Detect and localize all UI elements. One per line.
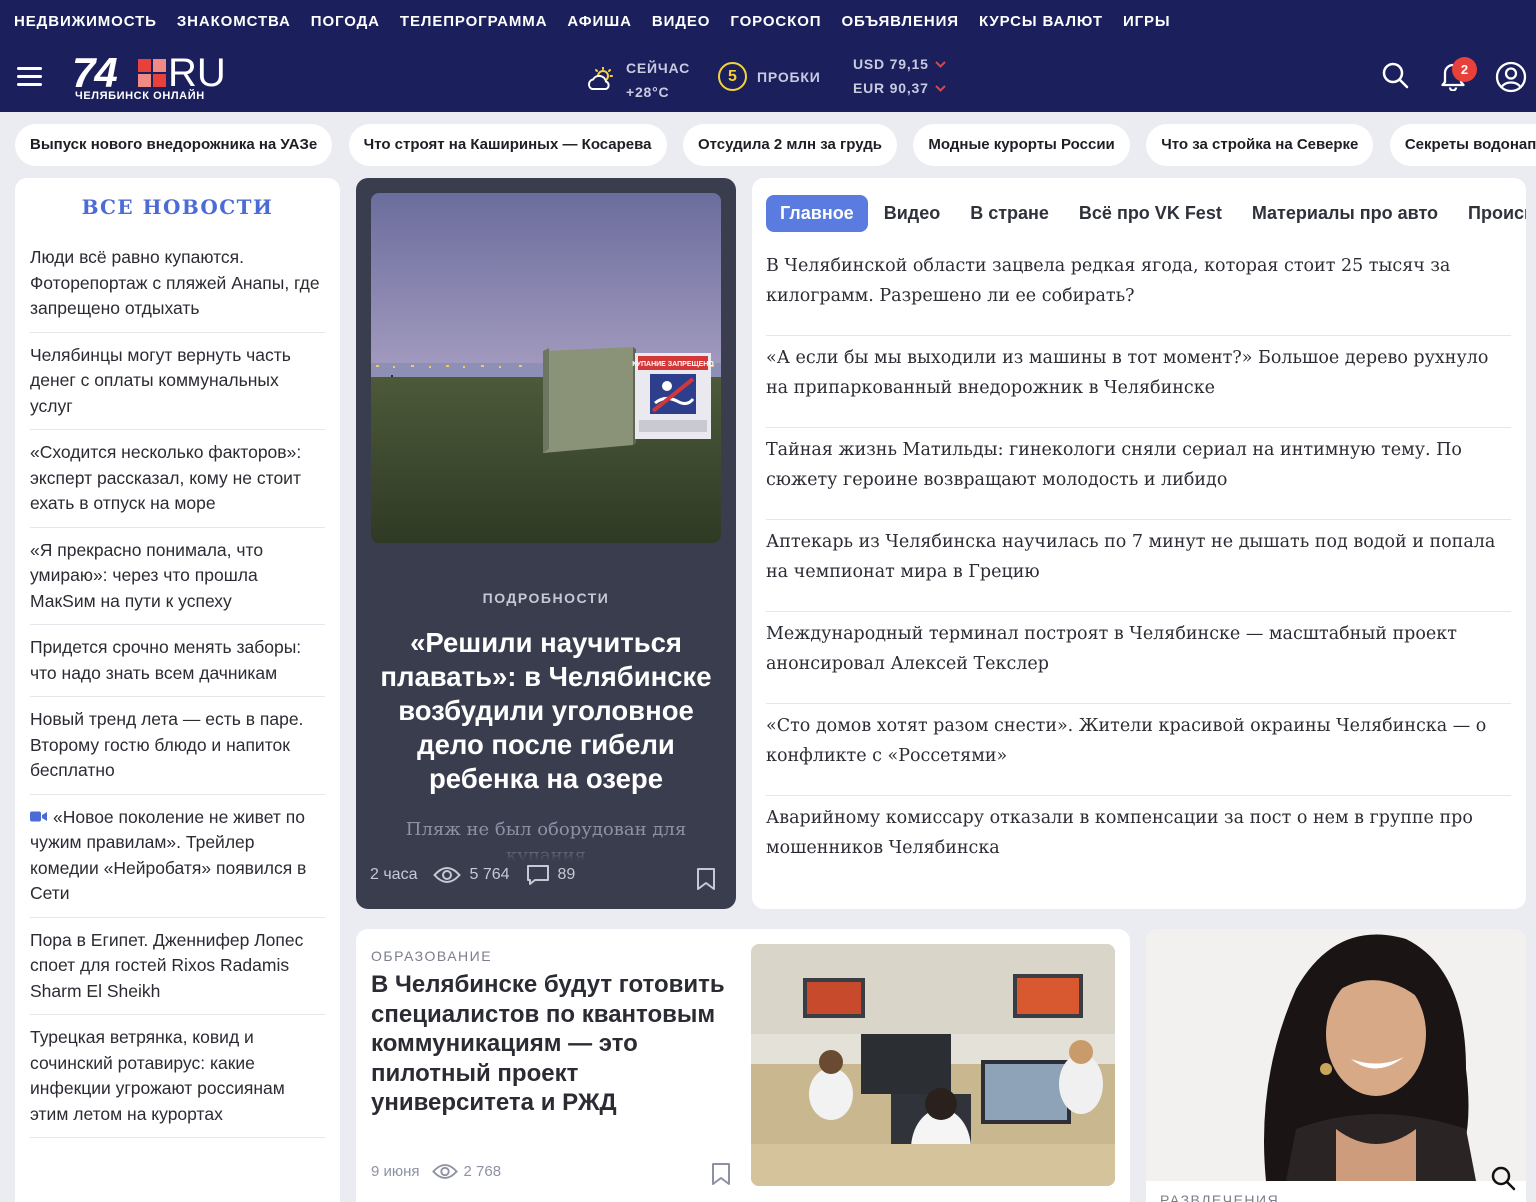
news-list-item[interactable]: Турецкая ветрянка, ковид и сочинский рот… <box>30 1015 325 1138</box>
news-list-item[interactable]: Новый тренд лета — есть в паре. Второму … <box>30 697 325 795</box>
weather-temperature: +28°C <box>626 84 670 100</box>
topnav-link-currency[interactable]: КУРСЫ ВАЛЮТ <box>979 13 1103 30</box>
trending-chip[interactable]: Что за стройка на Северке <box>1146 124 1374 166</box>
tab-incidents[interactable]: Происшествия <box>1454 195 1526 232</box>
logo-number: 74 <box>72 49 118 96</box>
story-views: 2 768 <box>431 1163 502 1180</box>
featured-lead: Пляж не был оборудован для купания <box>376 817 716 861</box>
top-navigation: НЕДВИЖИМОСТЬ ЗНАКОМСТВА ПОГОДА ТЕЛЕПРОГР… <box>0 0 1536 42</box>
story-views-count: 2 768 <box>463 1163 502 1180</box>
main-news-panel: Главное Видео В стране Всё про VK Fest М… <box>752 178 1526 909</box>
news-list-item[interactable]: «Сходится несколько факторов»: эксперт р… <box>30 430 325 528</box>
headline-item[interactable]: Международный терминал построят в Челяби… <box>766 612 1511 704</box>
trending-chip[interactable]: Что строят на Кашириных — Косарева <box>348 124 667 166</box>
currency-rates[interactable]: USD 79,15 EUR 90,37 <box>853 52 946 100</box>
featured-story-image: КУПАНИЕ ЗАПРЕЩЕНО <box>371 193 721 543</box>
trending-chip[interactable]: Выпуск нового внедорожника на УАЗе <box>15 124 333 166</box>
weather-widget[interactable]: СЕЙЧАС +28°C <box>586 56 690 104</box>
trending-chip[interactable]: Отсудила 2 млн за грудь <box>682 124 897 166</box>
sign-text: КУПАНИЕ ЗАПРЕЩЕНО <box>632 361 714 368</box>
tab-main[interactable]: Главное <box>766 195 868 232</box>
headline-item[interactable]: Аптекарь из Челябинска научилась по 7 ми… <box>766 520 1511 612</box>
story-rubric[interactable]: РАЗВЛЕЧЕНИЯ <box>1160 1192 1279 1202</box>
headline-list: В Челябинской области зацвела редкая яго… <box>766 244 1511 888</box>
logo-squares-icon <box>138 59 166 87</box>
trending-chips: Выпуск нового внедорожника на УАЗе Что с… <box>15 124 1536 166</box>
featured-views: 5 764 <box>433 866 510 884</box>
news-tabs: Главное Видео В стране Всё про VK Fest М… <box>766 195 1526 232</box>
site-header: 74 RU ЧЕЛЯБИНСК ОНЛАЙН СЕЙЧАС +28°C 5 ПР… <box>0 42 1536 112</box>
trending-chip[interactable]: Модные курорты России <box>913 124 1130 166</box>
magnifier-icon[interactable] <box>1490 1165 1516 1191</box>
featured-story-card[interactable]: КУПАНИЕ ЗАПРЕЩЕНО ПОДРОБНОСТИ «Решили на… <box>356 178 736 909</box>
news-list-item[interactable]: Люди всё равно купаются. Фоторепортаж с … <box>30 235 325 333</box>
eye-icon <box>431 1164 458 1179</box>
news-list-item[interactable]: Челябинцы могут вернуть часть денег с оп… <box>30 333 325 430</box>
celebrity-photo <box>1146 929 1526 1181</box>
topnav-link-ads[interactable]: ОБЪЯВЛЕНИЯ <box>841 13 959 30</box>
headline-item[interactable]: В Челябинской области зацвела редкая яго… <box>766 244 1511 336</box>
all-news-title[interactable]: ВСЕ НОВОСТИ <box>15 195 340 235</box>
weather-label: СЕЙЧАС <box>626 60 691 76</box>
trending-chip[interactable]: Секреты водонапо <box>1389 124 1536 166</box>
topnav-link-dating[interactable]: ЗНАКОМСТВА <box>177 13 291 30</box>
topnav-link-games[interactable]: ИГРЫ <box>1123 13 1171 30</box>
featured-views-count: 5 764 <box>469 866 510 883</box>
bookmark-icon[interactable] <box>696 867 716 891</box>
notification-count-badge: 2 <box>1452 57 1477 82</box>
topnav-link-tv[interactable]: ТЕЛЕПРОГРАММА <box>400 13 548 30</box>
featured-rubric[interactable]: ПОДРОБНОСТИ <box>356 590 736 606</box>
news-list-item-video[interactable]: «Новое поколение не живет по чужим прави… <box>30 795 325 918</box>
story-meta: 9 июня 2 768 <box>371 1163 513 1180</box>
tab-country[interactable]: В стране <box>956 195 1063 232</box>
tab-vk-fest[interactable]: Всё про VK Fest <box>1065 195 1236 232</box>
topnav-link-realty[interactable]: НЕДВИЖИМОСТЬ <box>14 13 157 30</box>
headline-item[interactable]: Аварийному комиссару отказали в компенса… <box>766 796 1511 888</box>
featured-title[interactable]: «Решили научиться плавать»: в Челябинске… <box>372 626 720 796</box>
eur-rate: EUR 90,37 <box>853 80 929 96</box>
news-list-item[interactable]: Пора в Египет. Дженнифер Лопес споет для… <box>30 918 325 1015</box>
headline-item[interactable]: «Сто домов хотят разом снести». Жители к… <box>766 704 1511 796</box>
comment-icon <box>526 865 549 885</box>
education-story-card[interactable]: ОБРАЗОВАНИЕ В Челябинске будут готовить … <box>356 929 1130 1202</box>
menu-burger-icon[interactable] <box>17 67 42 86</box>
featured-meta: 2 часа 5 764 89 <box>370 864 591 886</box>
news-list-item-text: «Новое поколение не живет по чужим прави… <box>30 806 307 904</box>
topnav-link-afisha[interactable]: АФИША <box>567 13 631 30</box>
chevron-down-icon <box>934 60 946 68</box>
story-date: 9 июня <box>371 1163 420 1180</box>
chevron-down-icon <box>934 84 946 92</box>
headline-item[interactable]: Тайная жизнь Матильды: гинекологи сняли … <box>766 428 1511 520</box>
usd-rate: USD 79,15 <box>853 56 929 72</box>
featured-time: 2 часа <box>370 866 418 883</box>
eye-icon <box>433 867 462 883</box>
story-title[interactable]: В Челябинске будут готовить специалистов… <box>371 970 741 1118</box>
entertainment-story-card[interactable]: РАЗВЛЕЧЕНИЯ <box>1146 929 1526 1202</box>
traffic-widget[interactable]: 5 ПРОБКИ <box>718 62 821 91</box>
story-rubric[interactable]: ОБРАЗОВАНИЕ <box>371 948 492 964</box>
logo-subtitle: ЧЕЛЯБИНСК ОНЛАЙН <box>75 90 205 102</box>
user-profile-icon[interactable] <box>1495 61 1527 93</box>
topnav-link-horoscope[interactable]: ГОРОСКОП <box>730 13 821 30</box>
news-list-item[interactable]: «Я прекрасно понимала, что умираю»: чере… <box>30 528 325 625</box>
sun-cloud-icon <box>587 67 613 90</box>
traffic-score-badge: 5 <box>718 62 747 91</box>
headline-item[interactable]: «А если бы мы выходили из машины в тот м… <box>766 336 1511 428</box>
tab-auto[interactable]: Материалы про авто <box>1238 195 1452 232</box>
all-news-column: ВСЕ НОВОСТИ Люди всё равно купаются. Фот… <box>15 178 340 1202</box>
topnav-link-video[interactable]: ВИДЕО <box>652 13 710 30</box>
logo-ru: RU <box>168 51 226 95</box>
traffic-label: ПРОБКИ <box>757 68 821 85</box>
topnav-link-weather[interactable]: ПОГОДА <box>311 13 380 30</box>
site-logo[interactable]: 74 RU ЧЕЛЯБИНСК ОНЛАЙН <box>72 49 242 103</box>
bookmark-icon[interactable] <box>711 1162 731 1186</box>
classroom-photo <box>751 944 1115 1186</box>
featured-comments[interactable]: 89 <box>526 864 576 886</box>
news-list-item[interactable]: Придется срочно менять заборы: что надо … <box>30 625 325 697</box>
tab-video[interactable]: Видео <box>870 195 955 232</box>
search-icon[interactable] <box>1381 61 1409 89</box>
video-camera-icon <box>30 811 47 821</box>
featured-comments-count: 89 <box>557 866 576 883</box>
